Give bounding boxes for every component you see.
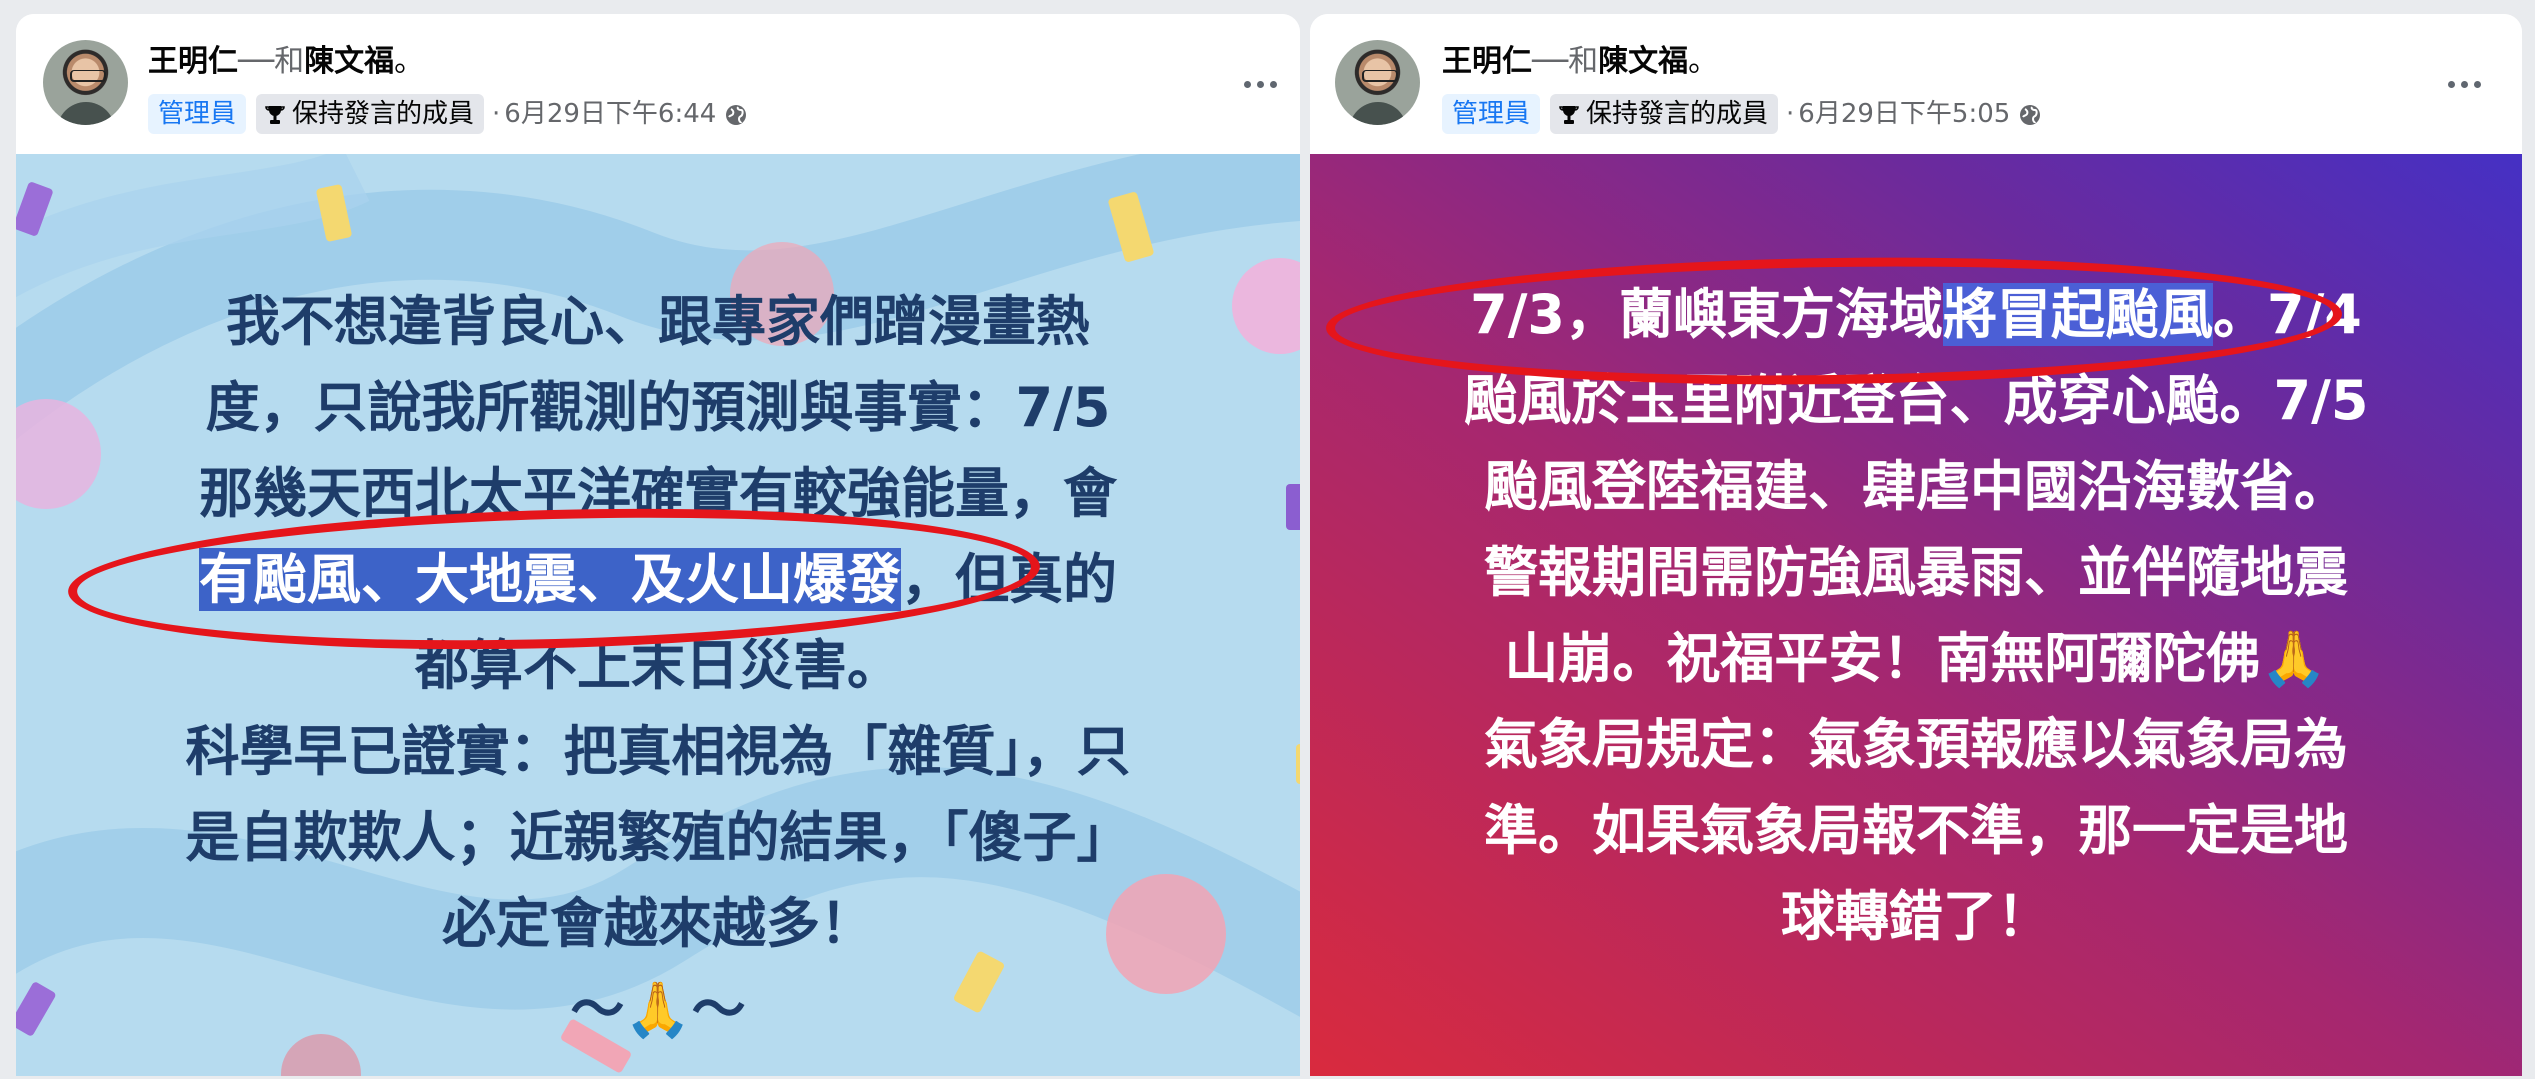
more-dot-icon (2447, 80, 2455, 88)
text-line: 科學早已證實：把真相視為「雜質」，只 (68, 709, 1248, 795)
author-name[interactable]: 王明仁 (1442, 44, 1532, 79)
text-segment: 科學早已證實：把真相視為「雜質」，只 (185, 720, 1131, 783)
text-segment: 山崩。祝福平安！南無阿彌陀佛🙏 (1504, 627, 2328, 690)
text-line: 氣象局規定：氣象預報應以氣象局為 (1350, 702, 2482, 788)
meta-separator: · (1786, 99, 1795, 129)
post-header: 王明仁──和陳文福。 管理員 保持發言的成員 · 6月29日下午6:44 (16, 14, 1300, 154)
text-segment: ～🙏～ (570, 978, 746, 1041)
with-connector: ──和 (1532, 44, 1599, 79)
member-badge[interactable]: 保持發言的成員 (256, 94, 485, 134)
post-card-right: 王明仁──和陳文福。 管理員 保持發言的成員 · 6月29日下午5:05 7/3，蘭嶼… (1310, 14, 2522, 1076)
text-segment: 氣象局規定：氣象預報應以氣象局為 (1484, 713, 2348, 776)
text-segment: 是自欺欺人；近親繁殖的結果，「傻子」 (185, 806, 1131, 869)
avatar-glasses (1362, 70, 1398, 82)
text-segment: 球轉錯了！ (1781, 885, 2051, 948)
tagged-person-name[interactable]: 陳文福 (1598, 44, 1688, 79)
post-timestamp[interactable]: 6月29日下午5:05 (1798, 99, 2010, 129)
post-meta: 管理員 保持發言的成員 · 6月29日下午6:44 (148, 94, 748, 134)
text-line: 球轉錯了！ (1350, 874, 2482, 960)
author-name[interactable]: 王明仁 (148, 44, 238, 79)
text-line: 準。如果氣象局報不準，那一定是地 (1350, 788, 2482, 874)
text-segment: 警報期間需防強風暴雨、並伴隨地震 (1484, 541, 2348, 604)
title-suffix: 。 (1688, 44, 1719, 79)
text-line: ～🙏～ (68, 967, 1248, 1053)
author-avatar[interactable] (43, 40, 128, 125)
text-segment: 度，只說我所觀測的預測與事實：7/5 (205, 376, 1111, 439)
more-options-button[interactable] (2434, 64, 2494, 104)
globe-icon (726, 104, 747, 125)
text-line: 山崩。祝福平安！南無阿彌陀佛🙏 (1350, 616, 2482, 702)
member-badge[interactable]: 保持發言的成員 (1550, 94, 1779, 134)
member-badge-label: 保持發言的成員 (292, 99, 475, 129)
post-text: 我不想違背良心、跟專家們蹭漫畫熱 度，只說我所觀測的預測與事實：7/5 那幾天西… (16, 279, 1300, 1053)
text-segment: 準。如果氣象局報不準，那一定是地 (1484, 799, 2348, 862)
more-dot-icon (1243, 80, 1251, 88)
post-title-line: 王明仁──和陳文福。 (1442, 42, 1718, 82)
post-header: 王明仁──和陳文福。 管理員 保持發言的成員 · 6月29日下午5:05 (1310, 14, 2522, 154)
more-dot-icon (2460, 80, 2468, 88)
post-background-right: 7/3，蘭嶼東方海域將冒起颱風。7/4 颱風於玉里附近登台、成穿心颱。7/5 颱… (1310, 154, 2522, 1076)
trophy-icon (265, 105, 285, 124)
admin-badge[interactable]: 管理員 (1442, 94, 1541, 134)
text-line: 度，只說我所觀測的預測與事實：7/5 (68, 365, 1248, 451)
post-timestamp[interactable]: 6月29日下午6:44 (504, 99, 716, 129)
text-segment: 必定會越來越多！ (442, 892, 874, 955)
more-dot-icon (2473, 80, 2481, 88)
text-line: 我不想違背良心、跟專家們蹭漫畫熱 (68, 279, 1248, 365)
avatar-glasses (70, 70, 106, 82)
author-avatar[interactable] (1335, 40, 1420, 125)
trophy-icon (1559, 105, 1579, 124)
tagged-person-name[interactable]: 陳文福 (304, 44, 394, 79)
meta-separator: · (492, 99, 501, 129)
text-line: 必定會越來越多！ (68, 881, 1248, 967)
more-dot-icon (1269, 80, 1277, 88)
post-background-left: 我不想違背良心、跟專家們蹭漫畫熱 度，只說我所觀測的預測與事實：7/5 那幾天西… (16, 154, 1300, 1076)
more-dot-icon (1256, 80, 1264, 88)
post-card-left: 王明仁──和陳文福。 管理員 保持發言的成員 · 6月29日下午6:44 我不想… (16, 14, 1300, 1076)
text-line: 是自欺欺人；近親繁殖的結果，「傻子」 (68, 795, 1248, 881)
avatar-shirt (57, 102, 115, 125)
text-segment: 颱風登陸福建、肆虐中國沿海數省。 (1484, 455, 2348, 518)
admin-badge[interactable]: 管理員 (148, 94, 247, 134)
title-suffix: 。 (394, 44, 425, 79)
post-title-line: 王明仁──和陳文福。 (148, 42, 424, 82)
post-meta: 管理員 保持發言的成員 · 6月29日下午5:05 (1442, 94, 2042, 134)
text-line: 警報期間需防強風暴雨、並伴隨地震 (1350, 530, 2482, 616)
avatar-shirt (1349, 102, 1407, 125)
text-line: 颱風登陸福建、肆虐中國沿海數省。 (1350, 444, 2482, 530)
more-options-button[interactable] (1230, 64, 1290, 104)
text-segment: 我不想違背良心、跟專家們蹭漫畫熱 (226, 290, 1090, 353)
with-connector: ──和 (238, 44, 305, 79)
globe-icon (2020, 104, 2041, 125)
member-badge-label: 保持發言的成員 (1586, 99, 1769, 129)
